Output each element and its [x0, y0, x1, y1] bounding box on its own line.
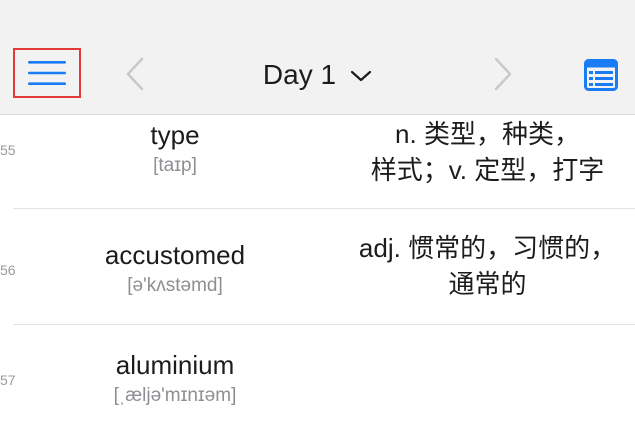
word-cell: aluminium [ˌæljə'mɪnɪəm]: [30, 350, 320, 407]
word-phonetic: [taɪp]: [153, 155, 197, 176]
row-divider: [13, 208, 635, 209]
word-index: 56: [0, 262, 16, 278]
word-row[interactable]: 57 aluminium [ˌæljə'mɪnɪəm]: [0, 324, 635, 428]
word-cell: accustomed [ə'kʌstəmd]: [30, 240, 320, 297]
navigation-bar: Day 1: [0, 0, 635, 115]
word-text: accustomed: [104, 240, 246, 270]
day-selector[interactable]: Day 1: [0, 50, 635, 100]
chevron-down-icon: [350, 69, 372, 83]
list-view-icon: [584, 59, 618, 91]
definition-line: n. 类型，种类，: [395, 119, 580, 149]
word-row[interactable]: 55 type [taɪp] n. 类型，种类， 样式；v. 定型，打字: [0, 116, 635, 220]
word-index: 57: [0, 372, 16, 388]
next-day-button[interactable]: [488, 56, 518, 92]
word-definition: n. 类型，种类， 样式；v. 定型，打字: [340, 116, 635, 188]
list-view-button[interactable]: [583, 57, 619, 93]
word-index: 55: [0, 142, 16, 158]
definition-line: adj. 惯常的，习惯的，: [358, 233, 617, 263]
page-title: Day 1: [262, 59, 337, 90]
word-phonetic: [ˌæljə'mɪnɪəm]: [113, 385, 237, 406]
chevron-right-icon: [494, 57, 512, 91]
word-row[interactable]: 56 accustomed [ə'kʌstəmd] adj. 惯常的，习惯的， …: [0, 220, 635, 324]
word-list: 55 type [taɪp] n. 类型，种类， 样式；v. 定型，打字 56 …: [0, 116, 635, 428]
word-text: aluminium: [115, 350, 235, 380]
definition-line: 通常的: [448, 269, 527, 299]
word-text: type: [150, 120, 200, 150]
word-phonetic: [ə'kʌstəmd]: [127, 275, 223, 296]
word-cell: type [taɪp]: [30, 120, 320, 177]
word-definition: adj. 惯常的，习惯的， 通常的: [340, 230, 635, 302]
definition-line: 样式；v. 定型，打字: [370, 155, 605, 185]
